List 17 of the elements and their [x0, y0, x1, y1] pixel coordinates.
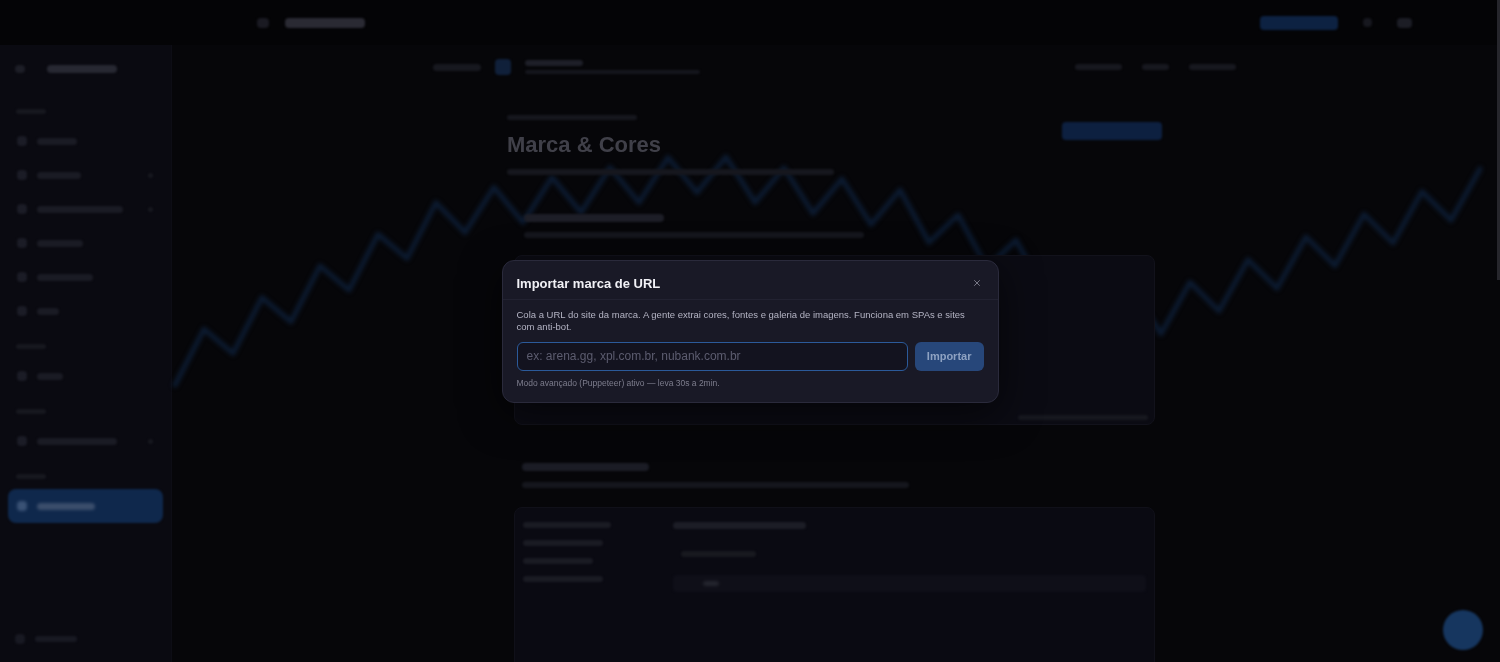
url-input[interactable]: ex: arena.gg, xpl.com.br, nubank.com.br — [516, 341, 908, 371]
dialog-description: Cola a URL do site da marca. A gente extrai cores, fontes e galeria de imagens. Funciona em SPAs e sites com anti-bot. — [516, 308, 966, 333]
floating-button[interactable] — [1443, 610, 1483, 650]
blurred-button[interactable] — [1260, 15, 1338, 30]
blurred-avatar-icon — [495, 59, 511, 75]
page-title: Marca & Cores — [507, 131, 663, 159]
blurred-avatar-icon — [1397, 17, 1412, 28]
close-icon — [971, 278, 982, 288]
blurred-icon — [17, 501, 27, 511]
dialog-title: Importar marca de URL — [516, 274, 661, 293]
blurred-button[interactable] — [1062, 122, 1162, 140]
blurred-text — [525, 60, 583, 66]
scrollbar[interactable] — [1497, 0, 1500, 280]
blurred-text — [47, 65, 117, 73]
hint-text: Modo avançado (Puppeteer) ativo — leva 30s a 2min. — [516, 377, 721, 389]
blurred-icon — [257, 17, 269, 28]
blurred-icon — [1363, 18, 1372, 27]
